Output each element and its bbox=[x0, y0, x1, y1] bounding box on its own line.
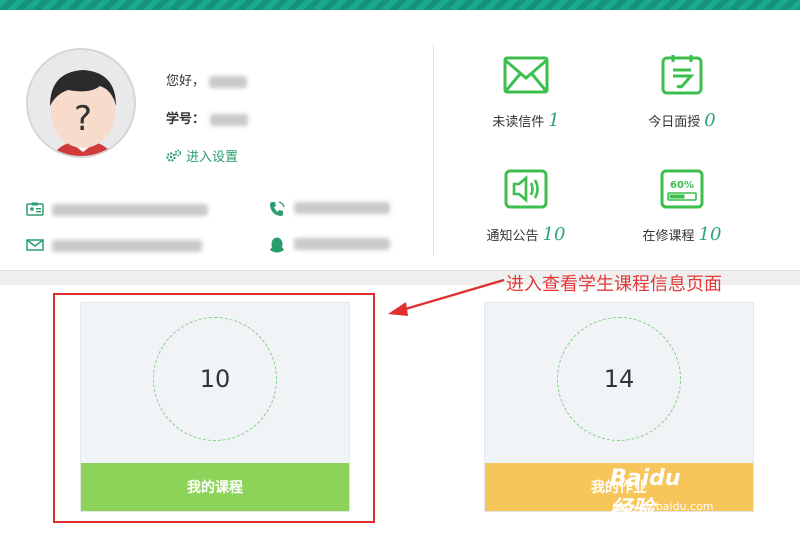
stat-label: 今日面授 bbox=[648, 115, 701, 130]
student-id: 学号： bbox=[166, 108, 248, 127]
qq-penguin-icon bbox=[270, 237, 284, 253]
greeting: 您好， bbox=[166, 70, 248, 89]
stat-today-class[interactable]: 今日面授 0 bbox=[612, 54, 752, 131]
redacted-student-id bbox=[209, 113, 248, 126]
watermark-brand: Baidu经验 bbox=[610, 466, 681, 522]
highlight-box bbox=[53, 293, 375, 523]
contact-phone bbox=[268, 200, 398, 218]
student-id-label: 学号： bbox=[166, 112, 206, 127]
contact-id-card bbox=[26, 202, 208, 218]
redacted-email bbox=[52, 240, 202, 252]
stat-announcements[interactable]: 通知公告 10 bbox=[456, 168, 596, 245]
contact-email bbox=[26, 238, 206, 254]
stat-value: 10 bbox=[698, 224, 722, 245]
annotation-arrow-icon bbox=[388, 278, 505, 316]
stat-value: 10 bbox=[542, 224, 566, 245]
profile-panel: ? 您好， 学号： 进入设置 未读信件 1 今日面授 0 通知公告 10 60%… bbox=[0, 10, 800, 270]
redacted-name bbox=[209, 75, 248, 88]
id-card-icon bbox=[26, 202, 44, 216]
redacted-qq bbox=[294, 238, 390, 250]
phone-icon bbox=[270, 201, 285, 216]
greeting-label: 您好， bbox=[166, 74, 206, 89]
settings-label: 进入设置 bbox=[186, 150, 239, 165]
homework-count: 14 bbox=[557, 317, 681, 441]
stat-value: 1 bbox=[548, 110, 560, 131]
calendar-icon bbox=[659, 54, 705, 96]
stat-label: 在修课程 bbox=[642, 229, 695, 244]
speaker-icon bbox=[503, 168, 549, 210]
annotation-text: 进入查看学生课程信息页面 bbox=[506, 274, 722, 295]
top-stripe bbox=[0, 0, 800, 10]
panel-divider bbox=[433, 44, 434, 256]
stat-label: 通知公告 bbox=[486, 229, 539, 244]
redacted-phone bbox=[294, 202, 390, 214]
redacted-id-number bbox=[52, 204, 208, 216]
gears-icon bbox=[166, 149, 182, 162]
settings-link[interactable]: 进入设置 bbox=[166, 146, 238, 165]
envelope-icon bbox=[503, 54, 549, 96]
stat-value: 0 bbox=[704, 110, 716, 131]
stat-enrolled-courses[interactable]: 60% 在修课程 10 bbox=[612, 168, 752, 245]
stat-label: 未读信件 bbox=[492, 115, 545, 130]
contact-qq bbox=[268, 236, 398, 254]
progress-icon: 60% bbox=[659, 168, 705, 210]
progress-icon-text: 60% bbox=[670, 180, 694, 191]
svg-text:?: ? bbox=[74, 99, 92, 139]
default-avatar-icon: ? bbox=[50, 70, 116, 156]
avatar: ? bbox=[26, 48, 136, 158]
stat-unread-mail[interactable]: 未读信件 1 bbox=[456, 54, 596, 131]
email-icon bbox=[26, 239, 44, 251]
watermark-url: jingyan.baidu.com bbox=[612, 500, 714, 513]
